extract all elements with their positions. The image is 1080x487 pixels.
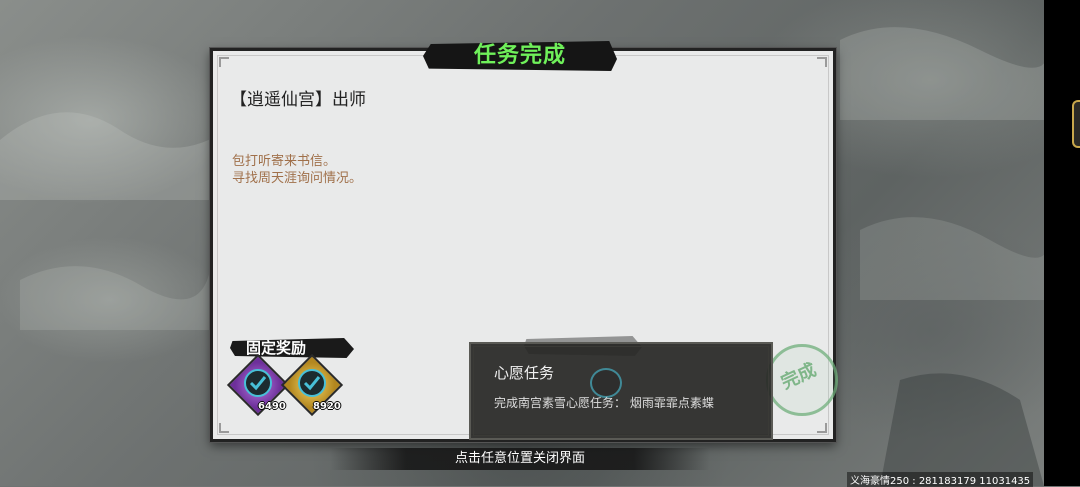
quest-name: 【逍遥仙宫】出师 [230,90,366,110]
quest-description: 包打听寄来书信。 寻找周天涯询问情况。 [232,153,362,187]
corner-ornament [817,423,827,433]
tooltip-title: 心愿任务 [494,364,555,382]
check-icon [298,369,326,397]
wish-quest-tooltip [469,342,773,440]
close-hint[interactable]: 点击任意位置关闭界面 [330,448,710,470]
player-id-watermark: 义海豪情250 : 281183179 11031435 [847,472,1034,487]
description-line: 包打听寄来书信。 [232,154,337,169]
dialog-title: 任务完成 [473,43,566,68]
corner-ornament [219,423,229,433]
check-icon [244,369,272,397]
description-line: 寻找周天涯询问情况。 [232,171,363,186]
corner-ornament [817,57,827,67]
fixed-reward-label: 固定奖励 [246,339,307,357]
reward-count: 6490 [258,401,286,412]
tooltip-inner-border [473,346,769,436]
corner-ornament [219,57,229,67]
reward-count: 8920 [313,401,341,412]
screen-edge-bar [1044,0,1080,486]
tooltip-body: 完成南宫素雪心愿任务： 烟雨霏霏点素蝶 [494,396,714,410]
side-panel-tab[interactable] [1072,100,1080,148]
